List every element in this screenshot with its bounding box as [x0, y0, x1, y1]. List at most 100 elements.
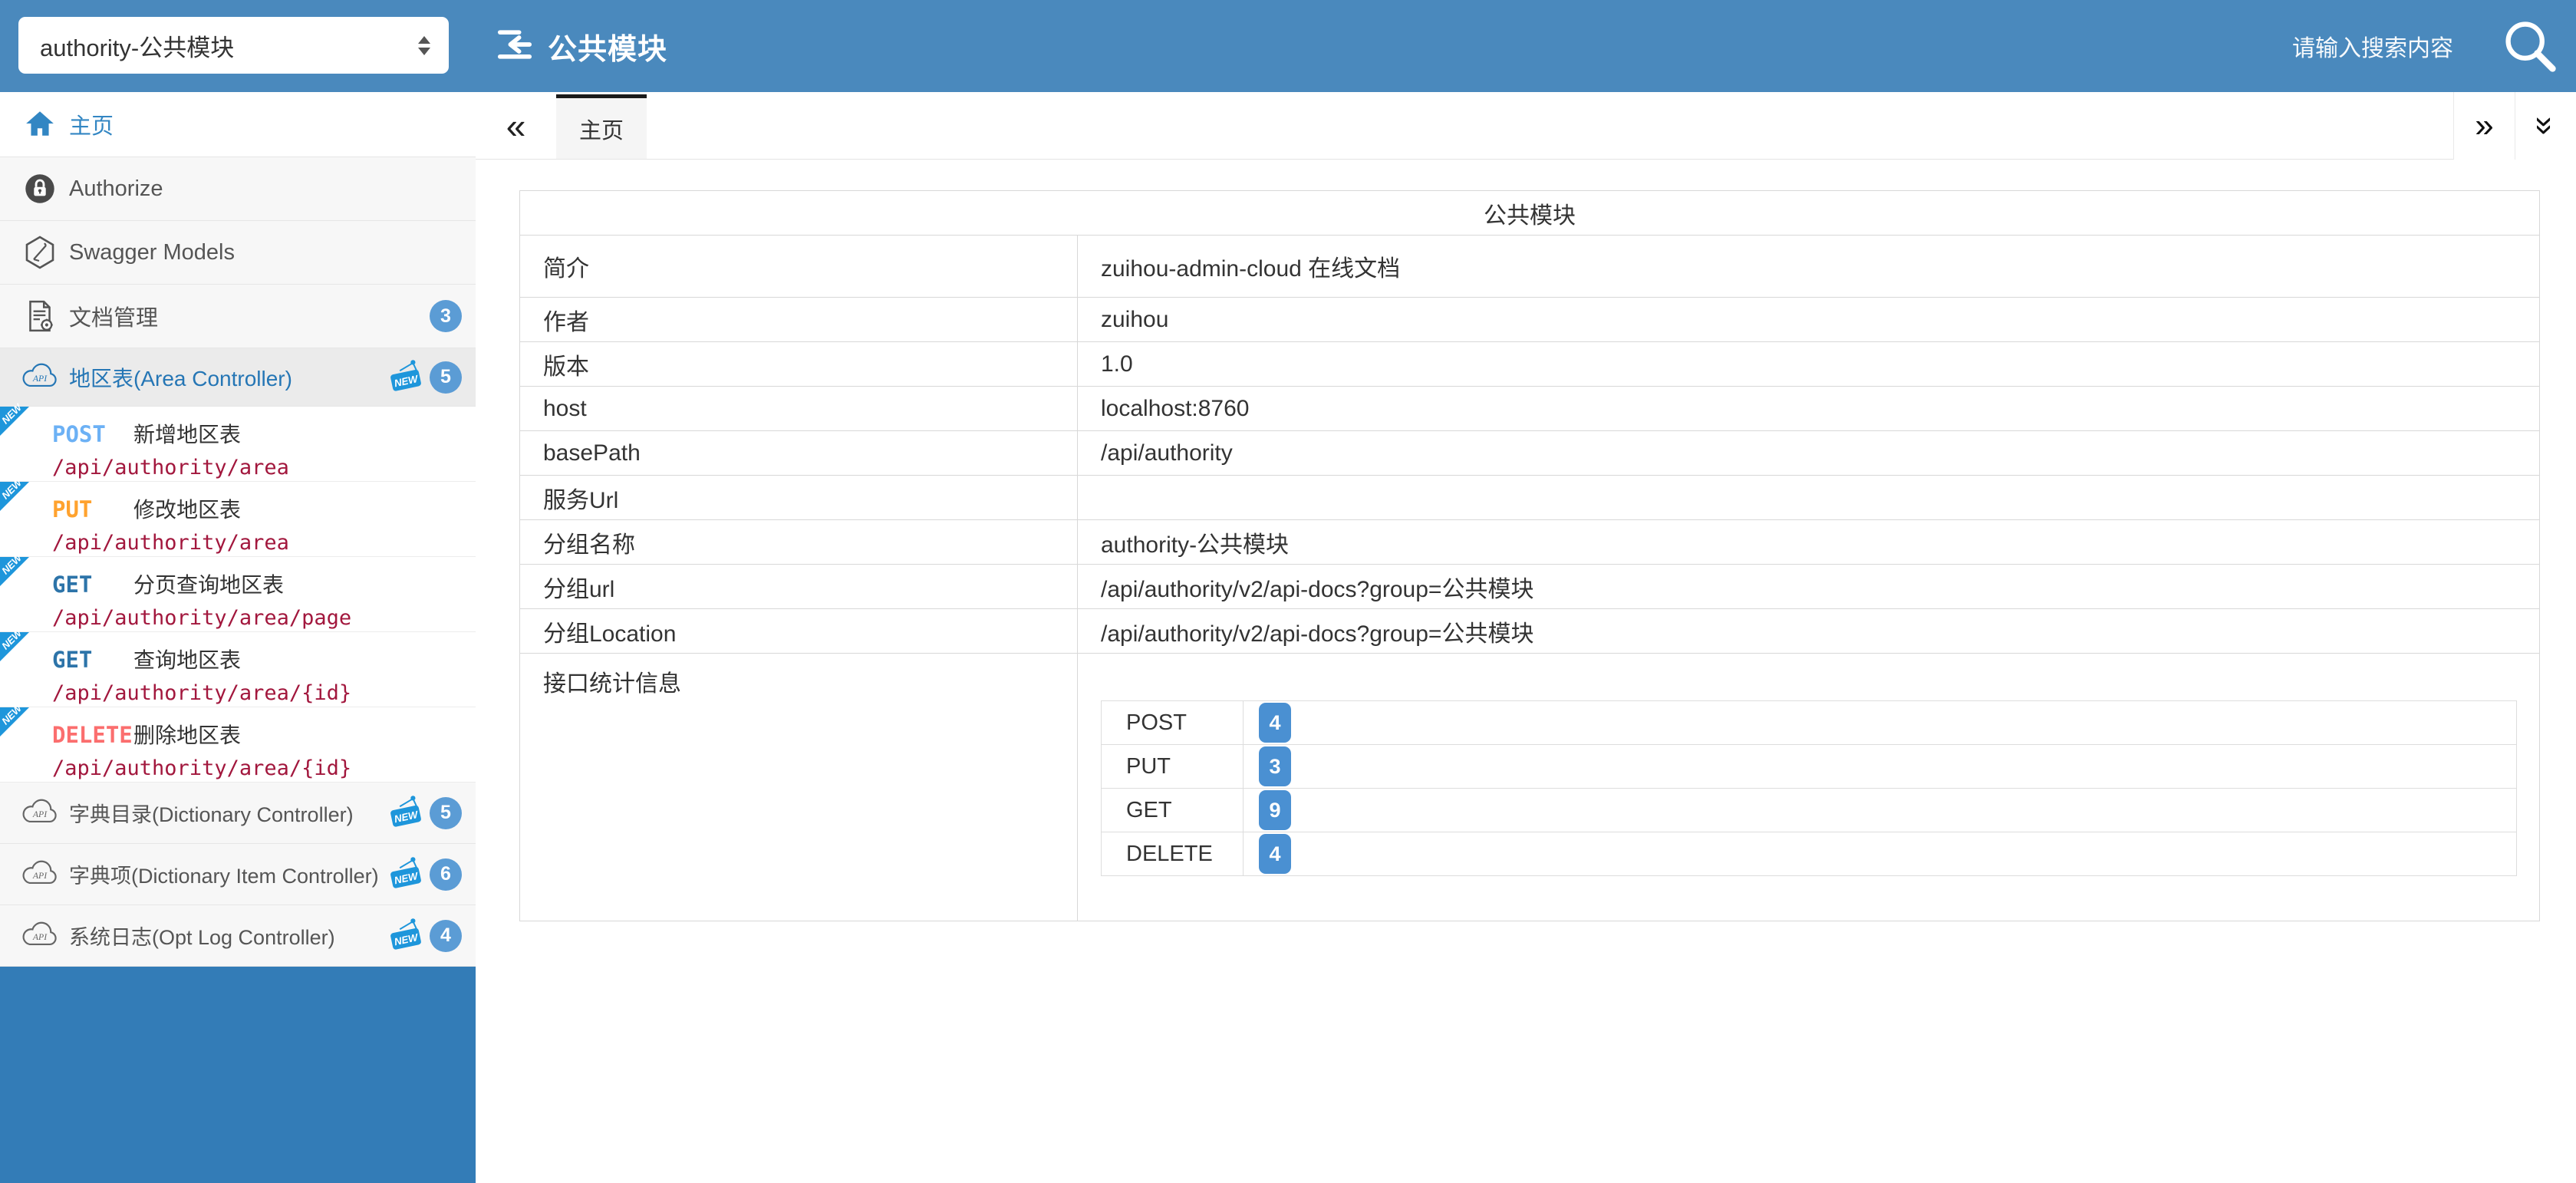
- stats-cell: POST 4 PUT 3 GET 9 DELETE: [1078, 654, 2540, 921]
- home-icon: [20, 108, 60, 140]
- sidebar-item-label: Swagger Models: [69, 240, 235, 265]
- search-area: 请输入搜索内容: [2292, 0, 2576, 92]
- api-path: /api/authority/area/{id}: [52, 756, 476, 780]
- api-item-delete-area-id[interactable]: NEW DELETE 删除地区表 /api/authority/area/{id…: [0, 707, 476, 783]
- stats-row: GET 9: [1102, 789, 2517, 832]
- row-label: 作者: [520, 298, 1078, 342]
- table-row: host localhost:8760: [520, 387, 2540, 431]
- api-operation-list: NEW POST 新增地区表 /api/authority/area NEW P…: [0, 407, 476, 783]
- sidebar-item-dictionary-controller[interactable]: API 字典目录(Dictionary Controller) NEW 5: [0, 783, 476, 844]
- sidebar-item-home[interactable]: 主页: [0, 92, 476, 157]
- row-label: 分组名称: [520, 520, 1078, 565]
- row-label: 接口统计信息: [520, 654, 1078, 921]
- row-value: zuihou: [1078, 298, 2540, 342]
- count-badge: 5: [430, 361, 462, 394]
- stats-count-chip: 9: [1259, 790, 1291, 830]
- svg-text:API: API: [32, 932, 48, 942]
- api-label: 修改地区表: [133, 493, 241, 524]
- row-label: 简介: [520, 236, 1078, 298]
- sidebar-footer-fill: [0, 967, 476, 1183]
- app-logo-icon: [495, 25, 535, 68]
- search-input[interactable]: 请输入搜索内容: [2292, 29, 2453, 63]
- stats-row: DELETE 4: [1102, 832, 2517, 876]
- sidebar-item-label: 系统日志(Opt Log Controller): [69, 921, 335, 951]
- sidebar-item-area-controller[interactable]: API 地区表(Area Controller) NEW 5: [0, 348, 476, 407]
- svg-text:API: API: [32, 374, 48, 384]
- select-updown-icon: [418, 36, 430, 55]
- tab-bar: « 主页 » »: [476, 92, 2576, 160]
- row-label: 分组Location: [520, 609, 1078, 654]
- api-label: 查询地区表: [133, 644, 241, 674]
- api-item-post-area[interactable]: NEW POST 新增地区表 /api/authority/area: [0, 407, 476, 482]
- stats-count-chip: 3: [1259, 746, 1291, 786]
- table-row: 分组名称 authority-公共模块: [520, 520, 2540, 565]
- http-method: DELETE: [52, 722, 133, 748]
- stats-count-chip: 4: [1259, 703, 1291, 743]
- table-row: 简介 zuihou-admin-cloud 在线文档: [520, 236, 2540, 298]
- row-value: [1078, 476, 2540, 520]
- api-path: /api/authority/area: [52, 456, 476, 479]
- new-ribbon-icon: NEW: [0, 632, 29, 661]
- table-row: 分组url /api/authority/v2/api-docs?group=公…: [520, 565, 2540, 609]
- sidebar-item-opt-log-controller[interactable]: API 系统日志(Opt Log Controller) NEW 4: [0, 905, 476, 967]
- row-value: /api/authority/v2/api-docs?group=公共模块: [1078, 565, 2540, 609]
- api-label: 分页查询地区表: [133, 568, 284, 599]
- row-value: 1.0: [1078, 342, 2540, 387]
- svg-text:API: API: [32, 871, 48, 881]
- document-settings-icon: [20, 298, 60, 334]
- cloud-api-icon: API: [20, 362, 60, 393]
- svg-text:API: API: [32, 809, 48, 819]
- lock-icon: [20, 172, 60, 206]
- table-row: basePath /api/authority: [520, 431, 2540, 476]
- table-row: 作者 zuihou: [520, 298, 2540, 342]
- new-ribbon-icon: NEW: [0, 482, 29, 511]
- table-title: 公共模块: [520, 191, 2540, 236]
- row-value: zuihou-admin-cloud 在线文档: [1078, 236, 2540, 298]
- sidebar-item-label: 字典项(Dictionary Item Controller): [69, 859, 379, 889]
- stats-method: POST: [1102, 701, 1244, 745]
- api-item-put-area[interactable]: NEW PUT 修改地区表 /api/authority/area: [0, 482, 476, 557]
- api-path: /api/authority/area/{id}: [52, 681, 476, 705]
- api-path: /api/authority/area/page: [52, 606, 476, 630]
- http-method: GET: [52, 647, 133, 673]
- count-badge: 5: [430, 797, 462, 829]
- module-info-table: 公共模块 简介 zuihou-admin-cloud 在线文档 作者 zuiho…: [519, 190, 2540, 921]
- cloud-api-icon: API: [20, 798, 60, 829]
- api-group-select[interactable]: authority-公共模块: [18, 17, 449, 74]
- api-item-get-area-page[interactable]: NEW GET 分页查询地区表 /api/authority/area/page: [0, 557, 476, 632]
- stats-row: POST 4: [1102, 701, 2517, 745]
- row-value: localhost:8760: [1078, 387, 2540, 431]
- http-method: POST: [52, 421, 133, 447]
- api-item-get-area-id[interactable]: NEW GET 查询地区表 /api/authority/area/{id}: [0, 632, 476, 707]
- tab-scroll-left-button[interactable]: «: [476, 92, 556, 159]
- search-icon[interactable]: [2498, 14, 2562, 78]
- new-tag-icon: NEW: [387, 358, 425, 397]
- count-badge: 6: [430, 858, 462, 891]
- tab-scroll-right-button[interactable]: »: [2453, 92, 2515, 160]
- stats-method: PUT: [1102, 745, 1244, 789]
- tab-home[interactable]: 主页: [556, 94, 647, 159]
- count-badge: 4: [430, 920, 462, 952]
- sidebar-item-dictionary-item-controller[interactable]: API 字典项(Dictionary Item Controller) NEW …: [0, 844, 476, 905]
- table-row: 分组Location /api/authority/v2/api-docs?gr…: [520, 609, 2540, 654]
- new-ribbon-icon: NEW: [0, 707, 29, 736]
- sidebar: 主页 Authorize S: [0, 92, 476, 1183]
- stats-method: GET: [1102, 789, 1244, 832]
- stats-method: DELETE: [1102, 832, 1244, 876]
- sidebar-item-label: 地区表(Area Controller): [69, 362, 292, 393]
- app-title: 公共模块: [548, 25, 667, 68]
- api-path: /api/authority/area: [52, 531, 476, 555]
- top-header-bar: authority-公共模块 公共模块 请输入搜索内容: [0, 0, 2576, 92]
- sidebar-item-doc-manage[interactable]: 文档管理 3: [0, 285, 476, 348]
- api-label: 新增地区表: [133, 418, 241, 449]
- sidebar-item-authorize[interactable]: Authorize: [0, 157, 476, 221]
- row-label: 服务Url: [520, 476, 1078, 520]
- sidebar-item-label: Authorize: [69, 176, 163, 202]
- sidebar-item-label: 主页: [69, 108, 114, 140]
- row-label: 分组url: [520, 565, 1078, 609]
- tab-collapse-button[interactable]: »: [2515, 92, 2576, 160]
- sidebar-item-swagger-models[interactable]: Swagger Models: [0, 221, 476, 285]
- count-badge: 3: [430, 300, 462, 332]
- new-tag-icon: NEW: [387, 855, 425, 894]
- row-label: basePath: [520, 431, 1078, 476]
